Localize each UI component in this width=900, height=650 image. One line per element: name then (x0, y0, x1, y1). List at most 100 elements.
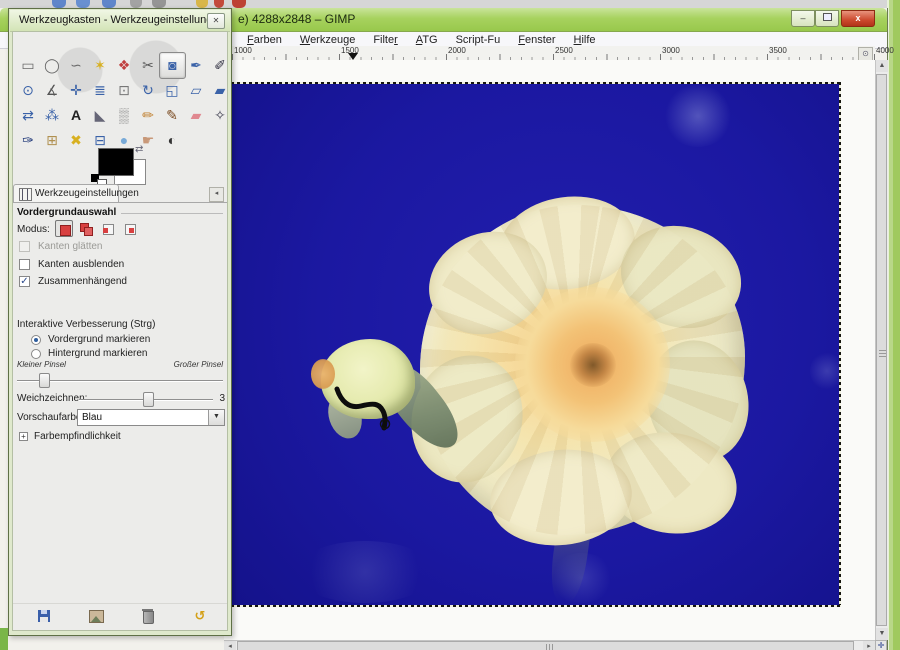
smoothing-slider-handle[interactable] (143, 392, 154, 407)
expander-label: Farbempfindlichkeit (34, 431, 121, 442)
color-picker-icon: ✐ (214, 57, 226, 73)
tool-scissors-select[interactable]: ✂ (137, 54, 159, 76)
image-flower-on-blue[interactable] (225, 83, 840, 605)
radio-label: Vordergrund markieren (48, 334, 150, 345)
vertical-scroll-thumb[interactable] (876, 74, 887, 626)
tool-paths[interactable]: ✒ (185, 54, 207, 76)
horizontal-scroll-thumb[interactable] (237, 641, 854, 650)
brush-size-slider-handle[interactable] (39, 373, 50, 388)
mode-replace-button[interactable] (55, 220, 73, 237)
ellipse-select-icon: ◯ (44, 57, 60, 73)
options-heading: Vordergrundauswahl (17, 207, 121, 218)
crop-icon: ⊡ (118, 82, 130, 98)
paintbrush-icon: ✎ (166, 107, 178, 123)
move-icon: ✛ (70, 82, 82, 98)
scroll-up-button[interactable]: ▲ (876, 60, 888, 72)
tool-text[interactable]: A (65, 104, 87, 126)
rotate-icon: ↻ (142, 82, 154, 98)
tool-color-picker[interactable]: ✐ (209, 54, 231, 76)
select-by-color-icon: ❖ (118, 57, 131, 73)
tool-clone[interactable]: ⊞ (41, 129, 63, 151)
tab-tool-options[interactable]: Werkzeugeinstellungen (13, 184, 119, 203)
screen: e) 4288x2848 – GIMP – x FarbenWerkzeugeF… (0, 0, 900, 650)
ruler-corner-button[interactable]: ⊙ (858, 47, 873, 61)
shear-icon: ▱ (191, 82, 202, 98)
checkbox-box[interactable]: ✓ (19, 276, 30, 287)
interactive-refinement-label: Interaktive Verbesserung (Strg) (17, 319, 155, 330)
toolbox-window: Werkzeugkasten - Werkzeugeinstellungen ✕… (8, 8, 232, 636)
close-button[interactable]: x (841, 10, 875, 27)
tool-paintbrush[interactable]: ✎ (161, 104, 183, 126)
tool-zoom[interactable]: ⊙ (17, 79, 39, 101)
tool-airbrush[interactable]: ✧ (209, 104, 231, 126)
tool-scale[interactable]: ◱ (161, 79, 183, 101)
tool-fuzzy-select[interactable]: ✶ (89, 54, 111, 76)
toolbox-footer: ↺ (13, 603, 227, 628)
reset-options-button[interactable]: ↺ (189, 607, 211, 625)
tool-move[interactable]: ✛ (65, 79, 87, 101)
canvas-area[interactable] (224, 60, 875, 640)
scissors-select-icon: ✂ (142, 57, 154, 73)
background-icon (214, 0, 224, 8)
horizontal-scrollbar[interactable]: ◂ ▸ (224, 640, 875, 650)
background-icon (196, 0, 208, 8)
tool-free-select[interactable]: ∽ (65, 54, 87, 76)
maximize-button[interactable] (815, 10, 839, 27)
tool-cage-transform[interactable]: ⁂ (41, 104, 63, 126)
tool-crop[interactable]: ⊡ (113, 79, 135, 101)
tool-foreground-select[interactable]: ◙ (159, 52, 186, 79)
radio-circle[interactable] (31, 335, 41, 345)
checkbox-box[interactable] (19, 241, 30, 252)
tool-heal[interactable]: ✖ (65, 129, 87, 151)
preview-color-dropdown[interactable]: Blau ▼ (77, 409, 225, 426)
minimize-button[interactable]: – (791, 10, 815, 27)
mode-subtract-button[interactable] (99, 220, 117, 237)
radio-circle[interactable] (31, 349, 41, 359)
scroll-down-button[interactable]: ▼ (876, 628, 888, 640)
tool-dodge-burn[interactable]: ◐ (161, 129, 183, 151)
background-icon (152, 0, 166, 8)
swap-colors-icon[interactable]: ⇄ (135, 144, 143, 155)
desktop-edge-strip (887, 0, 900, 650)
vertical-scrollbar[interactable]: ▲ ▼ (875, 60, 888, 640)
delete-options-button[interactable] (137, 607, 159, 625)
tool-gradient[interactable]: ▒ (113, 104, 135, 126)
toolbox-title: Werkzeugkasten - Werkzeugeinstellungen (19, 14, 225, 26)
mode-intersect-button[interactable] (121, 220, 139, 237)
thumb-grip (546, 644, 553, 650)
background-icon (130, 0, 142, 8)
tool-bucket-fill[interactable]: ◣ (89, 104, 111, 126)
toolbox-titlebar[interactable]: Werkzeugkasten - Werkzeugeinstellungen ✕ (10, 10, 230, 32)
tool-measure[interactable]: ∡ (41, 79, 63, 101)
floppy-icon (38, 610, 50, 622)
mode-subtract-icon (103, 228, 108, 233)
tool-flip[interactable]: ⇄ (17, 104, 39, 126)
toolbox-close-button[interactable]: ✕ (207, 13, 225, 29)
scroll-right-button[interactable]: ▸ (863, 641, 875, 650)
checkbox-box[interactable] (19, 259, 30, 270)
canvas-navigation-button[interactable]: ✛ (875, 640, 887, 650)
tool-ink[interactable]: ✑ (17, 129, 39, 151)
tool-select-by-color[interactable]: ❖ (113, 54, 135, 76)
mode-add-button[interactable] (77, 220, 95, 237)
save-options-button[interactable] (33, 607, 55, 625)
fuzzy-select-icon: ✶ (94, 57, 106, 73)
tool-align[interactable]: ≣ (89, 79, 111, 101)
ruler-label: 4000 (876, 46, 894, 55)
tool-pencil[interactable]: ✏ (137, 104, 159, 126)
scale-icon: ◱ (165, 82, 178, 98)
tab-menu-button[interactable]: ◂ (209, 187, 224, 202)
restore-options-button[interactable] (85, 607, 107, 625)
text-icon: A (71, 107, 81, 123)
eraser-icon: ▰ (191, 107, 202, 123)
scroll-left-button[interactable]: ◂ (224, 641, 236, 650)
tool-rotate[interactable]: ↻ (137, 79, 159, 101)
foreground-color-swatch[interactable] (98, 148, 134, 176)
tool-eraser[interactable]: ▰ (185, 104, 207, 126)
bucket-fill-icon: ◣ (95, 107, 106, 123)
tool-rectangle-select[interactable]: ▭ (17, 54, 39, 76)
tool-shear[interactable]: ▱ (185, 79, 207, 101)
tool-perspective[interactable]: ▰ (209, 79, 231, 101)
tool-ellipse-select[interactable]: ◯ (41, 54, 63, 76)
selection-ants-top (225, 82, 841, 84)
